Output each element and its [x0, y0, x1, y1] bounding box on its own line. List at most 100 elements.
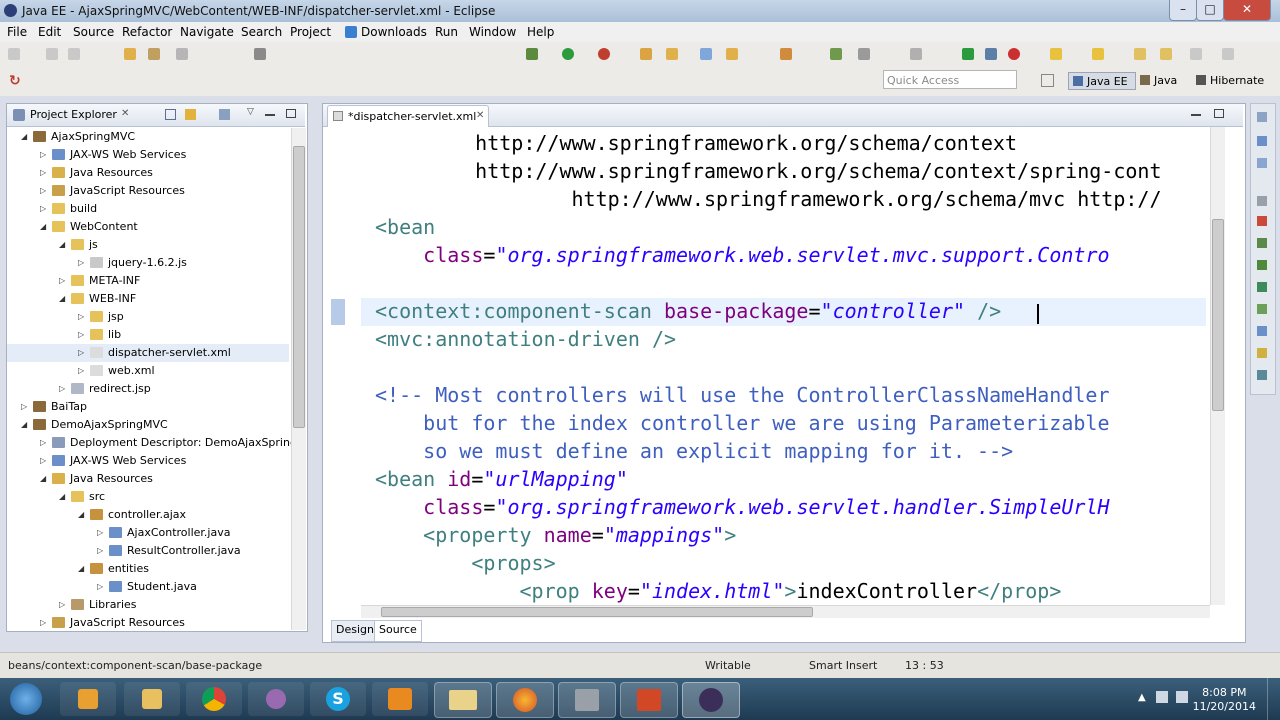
- collapsed-arrow-icon[interactable]: ▷: [59, 276, 65, 285]
- collapsed-arrow-icon[interactable]: ▷: [40, 618, 46, 627]
- outlook-icon[interactable]: [372, 682, 428, 716]
- explorer-icon[interactable]: [124, 682, 180, 716]
- task-list-icon[interactable]: [1257, 158, 1267, 168]
- servers-icon[interactable]: [1257, 282, 1267, 292]
- collapsed-arrow-icon[interactable]: ▷: [59, 384, 65, 393]
- expanded-arrow-icon[interactable]: ◢: [59, 294, 65, 303]
- explorer-scroll-thumb[interactable]: [293, 146, 305, 428]
- tree-item[interactable]: ▷ Java Resources: [7, 164, 289, 182]
- expanded-arrow-icon[interactable]: ◢: [59, 492, 65, 501]
- new-class-icon[interactable]: [726, 48, 738, 60]
- tree-item[interactable]: ▷ jquery-1.6.2.js: [7, 254, 289, 272]
- menu-window[interactable]: Window: [469, 25, 516, 39]
- last-edit-icon[interactable]: [1222, 48, 1234, 60]
- refresh-icon[interactable]: ↻: [9, 73, 21, 89]
- open-perspective-icon[interactable]: [1041, 74, 1054, 87]
- console-icon[interactable]: [1257, 348, 1267, 358]
- tree-item[interactable]: ▷ AjaxController.java: [7, 524, 289, 542]
- collapsed-arrow-icon[interactable]: ▷: [97, 528, 103, 537]
- close-icon[interactable]: ✕: [121, 108, 129, 119]
- restore-icon-2[interactable]: [1257, 196, 1267, 206]
- tree-item[interactable]: ▷ JavaScript Resources: [7, 614, 289, 632]
- project-explorer-tab[interactable]: Project Explorer ✕ ▽: [7, 104, 305, 127]
- start-button[interactable]: [10, 683, 42, 715]
- tree-item[interactable]: ▷ JAX-WS Web Services: [7, 146, 289, 164]
- editor-scroll-thumb[interactable]: [1212, 219, 1224, 411]
- outline-icon[interactable]: [1257, 136, 1267, 146]
- close-tab-icon[interactable]: ✕: [476, 110, 484, 121]
- perspective-java[interactable]: Java: [1140, 72, 1177, 90]
- open-task-icon[interactable]: [148, 48, 160, 60]
- open-type-icon[interactable]: [124, 48, 136, 60]
- tree-item[interactable]: ▷ redirect.jsp: [7, 380, 289, 398]
- tree-item[interactable]: ▷ BaiTap: [7, 398, 289, 416]
- run-icon[interactable]: [562, 48, 574, 60]
- tree-item[interactable]: ▷ lib: [7, 326, 289, 344]
- collapsed-arrow-icon[interactable]: ▷: [40, 168, 46, 177]
- debug-icon[interactable]: [526, 48, 538, 60]
- tree-item[interactable]: ◢ controller.ajax: [7, 506, 289, 524]
- collapsed-arrow-icon[interactable]: ▷: [97, 582, 103, 591]
- maximize-view-icon[interactable]: [286, 109, 296, 118]
- tree-item[interactable]: ▷ Libraries: [7, 596, 289, 614]
- skype-icon[interactable]: S: [310, 682, 366, 716]
- code-editor[interactable]: http://www.springframework.org/schema/co…: [323, 127, 1208, 605]
- forward-icon[interactable]: [1160, 48, 1172, 60]
- network-icon[interactable]: [1156, 691, 1168, 703]
- collapsed-arrow-icon[interactable]: ▷: [21, 402, 27, 411]
- tree-item[interactable]: ▷ dispatcher-servlet.xml: [7, 344, 289, 362]
- menu-navigate[interactable]: Navigate: [180, 25, 234, 39]
- chrome-icon[interactable]: [186, 682, 242, 716]
- problems-icon[interactable]: [1257, 216, 1267, 226]
- expanded-arrow-icon[interactable]: ◢: [40, 474, 46, 483]
- new-icon[interactable]: [8, 48, 20, 60]
- editor-tab[interactable]: *dispatcher-servlet.xml ✕: [327, 105, 489, 127]
- powerpoint-icon[interactable]: [620, 682, 678, 718]
- collapsed-arrow-icon[interactable]: ▷: [40, 456, 46, 465]
- collapsed-arrow-icon[interactable]: ▷: [97, 546, 103, 555]
- open-folder-icon[interactable]: [666, 48, 678, 60]
- tree-item[interactable]: ▷ build: [7, 200, 289, 218]
- perspective-hibernate[interactable]: Hibernate: [1196, 72, 1264, 90]
- web-service-icon[interactable]: [780, 48, 792, 60]
- lightbulb-icon[interactable]: [1050, 48, 1062, 60]
- next-annotation-icon[interactable]: [1190, 48, 1202, 60]
- quick-access-input[interactable]: Quick Access: [883, 70, 1017, 89]
- menu-source[interactable]: Source: [73, 25, 114, 39]
- expanded-arrow-icon[interactable]: ◢: [40, 222, 46, 231]
- expanded-arrow-icon[interactable]: ◢: [78, 564, 84, 573]
- media-player-icon[interactable]: [60, 682, 116, 716]
- editor-scrollbar[interactable]: [1210, 127, 1225, 605]
- tree-item[interactable]: ◢ js: [7, 236, 289, 254]
- menu-edit[interactable]: Edit: [38, 25, 61, 39]
- tree-item[interactable]: ▷ JavaScript Resources: [7, 182, 289, 200]
- external-tools-icon[interactable]: [598, 48, 610, 60]
- menu-downloads[interactable]: Downloads: [361, 25, 427, 39]
- collapsed-arrow-icon[interactable]: ▷: [78, 330, 84, 339]
- collapsed-arrow-icon[interactable]: ▷: [40, 150, 46, 159]
- tree-item[interactable]: ◢ src: [7, 488, 289, 506]
- view-menu-icon[interactable]: [219, 109, 230, 120]
- expanded-arrow-icon[interactable]: ◢: [78, 510, 84, 519]
- menu-run[interactable]: Run: [435, 25, 458, 39]
- run-server-icon[interactable]: [962, 48, 974, 60]
- menu-help[interactable]: Help: [527, 25, 554, 39]
- restore-icon[interactable]: [1257, 112, 1267, 122]
- clock[interactable]: 8:08 PM 11/20/2014: [1193, 686, 1256, 714]
- maximize-editor-icon[interactable]: [1214, 109, 1224, 118]
- file-explorer-icon[interactable]: [434, 682, 492, 718]
- edit-icon[interactable]: [254, 48, 266, 60]
- tree-item[interactable]: ▷ web.xml: [7, 362, 289, 380]
- firefox-icon[interactable]: [496, 682, 554, 718]
- perspective-java-ee[interactable]: Java EE: [1068, 72, 1136, 90]
- collapsed-arrow-icon[interactable]: ▷: [40, 204, 46, 213]
- minimize-button[interactable]: –: [1169, 0, 1197, 21]
- collapsed-arrow-icon[interactable]: ▷: [40, 438, 46, 447]
- data-source-icon[interactable]: [1257, 304, 1267, 314]
- tools-icon[interactable]: [558, 682, 616, 718]
- maximize-button[interactable]: □: [1196, 0, 1224, 21]
- tree-item[interactable]: ▷ Deployment Descriptor: DemoAjaxSpring: [7, 434, 297, 452]
- editor-hscroll-thumb[interactable]: [381, 607, 813, 617]
- link-editor-icon[interactable]: [185, 109, 196, 120]
- collapsed-arrow-icon[interactable]: ▷: [78, 348, 84, 357]
